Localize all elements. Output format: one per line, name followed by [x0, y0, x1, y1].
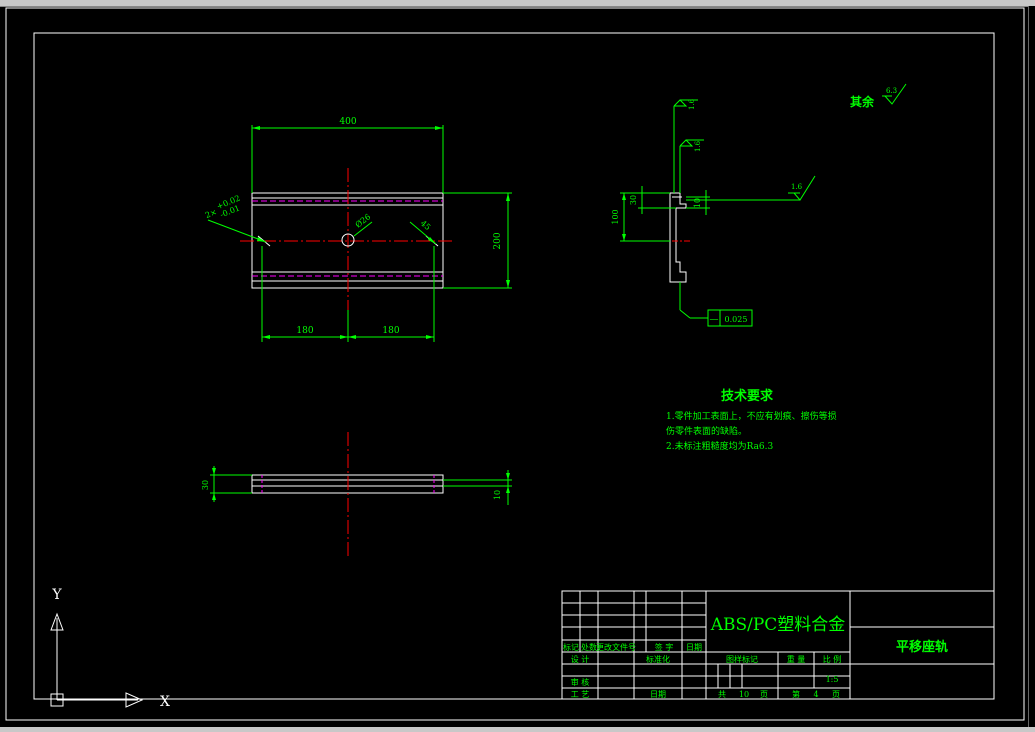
- tech-title: 技术要求: [721, 388, 774, 404]
- tech-line-3: 2.未标注粗糙度均为Ra6.3: [666, 440, 774, 452]
- side-view-profile: [669, 192, 687, 283]
- tol-prefix: 2×: [204, 207, 218, 220]
- side-view: 100 30 10 1.6 1.6 1.6 — 0.025: [611, 98, 816, 327]
- label-total: 共: [718, 690, 726, 699]
- ucs-icon: Y X: [50, 587, 170, 710]
- tech-requirements: 技术要求 1.零件加工表面上，不应有划痕、擦伤等损 伤零件表面的缺陷。 2.未标…: [666, 388, 837, 452]
- vertical-scrollbar[interactable]: [1028, 6, 1035, 727]
- cad-drawing-canvas[interactable]: 400 200 180 180 2× +0.02 -0.01 Ø26 45 30…: [0, 6, 1028, 727]
- front-view: 400 200 180 180 2× +0.02 -0.01 Ø26 45: [204, 117, 512, 342]
- flatness-value: 0.025: [725, 315, 748, 324]
- header-date: 日期: [686, 643, 702, 652]
- material-name: ABS/PC塑料合金: [710, 615, 846, 635]
- dim-right-180: 180: [382, 326, 399, 336]
- remaining-roughness-note: 其余 6.3: [850, 83, 907, 109]
- header-mark: 标记: [563, 642, 579, 652]
- unit-page: 页: [832, 690, 840, 699]
- dim-side-10: 10: [693, 198, 702, 208]
- bottom-view: 30 10: [201, 432, 512, 558]
- dim-bottom-right-10: 10: [493, 490, 502, 500]
- dim-width-400: 400: [339, 117, 356, 127]
- title-block: ABS/PC塑料合金 平移座轨 标记 处数 更改文件号 签 字 日期 设 计 标…: [561, 590, 995, 700]
- label-date: 日期: [650, 690, 666, 699]
- label-scale: 比 例: [823, 654, 842, 664]
- roughness-top: 1.6: [688, 98, 696, 110]
- label-stage-mark: 图样标记: [726, 654, 758, 664]
- dim-side-100: 100: [611, 209, 620, 224]
- roughness-mid: 1.6: [694, 140, 702, 152]
- remaining-value: 6.3: [886, 87, 897, 95]
- dim-chamfer: 45: [419, 219, 433, 232]
- dim-bottom-left-30: 30: [201, 480, 210, 490]
- value-total: 10: [739, 690, 749, 699]
- label-review: 审 核: [571, 677, 590, 687]
- ucs-x-label: X: [160, 694, 170, 710]
- label-process: 工 艺: [571, 690, 590, 699]
- unit-total: 页: [760, 690, 768, 699]
- dim-side-30: 30: [629, 195, 638, 205]
- part-name: 平移座轨: [896, 639, 948, 655]
- label-standardize: 标准化: [646, 654, 670, 664]
- dim-left-180: 180: [296, 326, 313, 336]
- window-bottom-bar: [0, 727, 1035, 732]
- header-doc: 更改文件号: [596, 642, 636, 652]
- flatness-symbol: —: [710, 315, 719, 325]
- header-count: 处数: [581, 642, 597, 652]
- value-scale: 1:5: [826, 675, 839, 684]
- outer-frame: [5, 7, 1025, 721]
- dim-hole-diameter: Ø26: [354, 212, 373, 229]
- tech-line-1: 1.零件加工表面上，不应有划痕、擦伤等损: [666, 410, 837, 422]
- label-page: 第: [792, 689, 800, 699]
- tech-line-2: 伤零件表面的缺陷。: [666, 425, 747, 437]
- header-sign: 签 字: [655, 642, 674, 652]
- dim-height-200: 200: [493, 232, 503, 249]
- label-design: 设 计: [571, 654, 590, 664]
- label-weight: 重 量: [787, 654, 806, 664]
- value-page: 4: [813, 690, 818, 699]
- roughness-right: 1.6: [791, 183, 803, 191]
- ucs-y-label: Y: [51, 587, 62, 603]
- remaining-label: 其余: [850, 94, 875, 109]
